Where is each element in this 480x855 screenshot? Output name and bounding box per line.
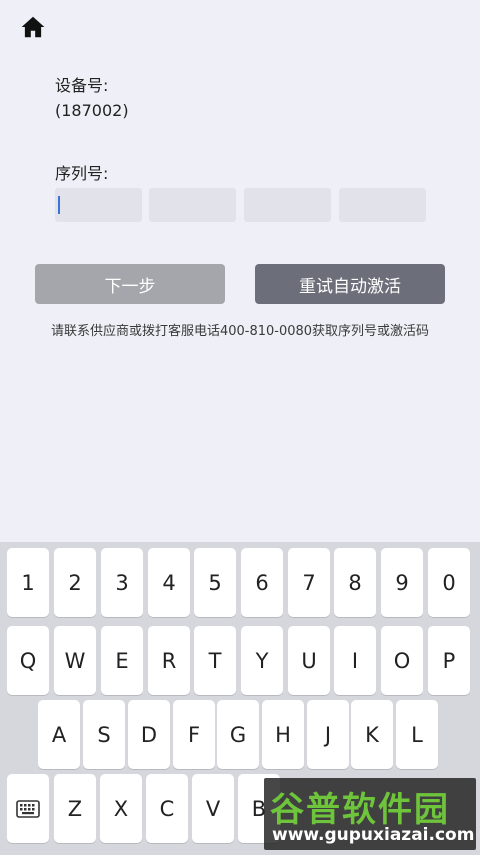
watermark-logo: 谷普软件园 www.gupuxiazai.com — [264, 778, 476, 850]
key-r[interactable]: R — [148, 626, 190, 695]
key-4[interactable]: 4 — [148, 548, 190, 617]
text-caret — [58, 196, 60, 214]
key-i[interactable]: I — [334, 626, 376, 695]
serial-field-2[interactable] — [149, 188, 236, 222]
key-f[interactable]: F — [173, 700, 215, 769]
key-v[interactable]: V — [192, 774, 234, 843]
key-3[interactable]: 3 — [101, 548, 143, 617]
key-s[interactable]: S — [83, 700, 125, 769]
key-c[interactable]: C — [146, 774, 188, 843]
key-7[interactable]: 7 — [288, 548, 330, 617]
watermark-title: 谷普软件园 — [270, 790, 450, 830]
retry-activation-button[interactable]: 重试自动激活 — [255, 264, 445, 304]
key-w[interactable]: W — [54, 626, 96, 695]
keyboard-toggle-key[interactable] — [7, 774, 49, 843]
device-value: (187002) — [55, 101, 129, 120]
key-u[interactable]: U — [288, 626, 330, 695]
key-t[interactable]: T — [194, 626, 236, 695]
key-z[interactable]: Z — [54, 774, 96, 843]
support-hint: 请联系供应商或拨打客服电话400-810-0080获取序列号或激活码 — [50, 324, 430, 339]
key-o[interactable]: O — [381, 626, 423, 695]
key-d[interactable]: D — [128, 700, 170, 769]
key-h[interactable]: H — [262, 700, 304, 769]
key-k[interactable]: K — [351, 700, 393, 769]
key-q[interactable]: Q — [7, 626, 49, 695]
watermark-url: www.gupuxiazai.com — [272, 825, 475, 845]
key-p[interactable]: P — [428, 626, 470, 695]
serial-label: 序列号: — [55, 164, 109, 183]
key-j[interactable]: J — [307, 700, 349, 769]
key-1[interactable]: 1 — [7, 548, 49, 617]
key-5[interactable]: 5 — [194, 548, 236, 617]
device-label: 设备号: — [55, 76, 109, 95]
serial-field-1[interactable] — [55, 188, 142, 222]
key-a[interactable]: A — [38, 700, 80, 769]
serial-field-4[interactable] — [339, 188, 426, 222]
key-0[interactable]: 0 — [428, 548, 470, 617]
serial-field-3[interactable] — [244, 188, 331, 222]
key-l[interactable]: L — [396, 700, 438, 769]
key-e[interactable]: E — [101, 626, 143, 695]
key-2[interactable]: 2 — [54, 548, 96, 617]
key-8[interactable]: 8 — [334, 548, 376, 617]
key-y[interactable]: Y — [241, 626, 283, 695]
next-step-button[interactable]: 下一步 — [35, 264, 225, 304]
home-icon[interactable] — [20, 14, 46, 40]
key-g[interactable]: G — [217, 700, 259, 769]
key-9[interactable]: 9 — [381, 548, 423, 617]
key-6[interactable]: 6 — [241, 548, 283, 617]
keyboard-icon — [16, 799, 40, 818]
key-x[interactable]: X — [100, 774, 142, 843]
